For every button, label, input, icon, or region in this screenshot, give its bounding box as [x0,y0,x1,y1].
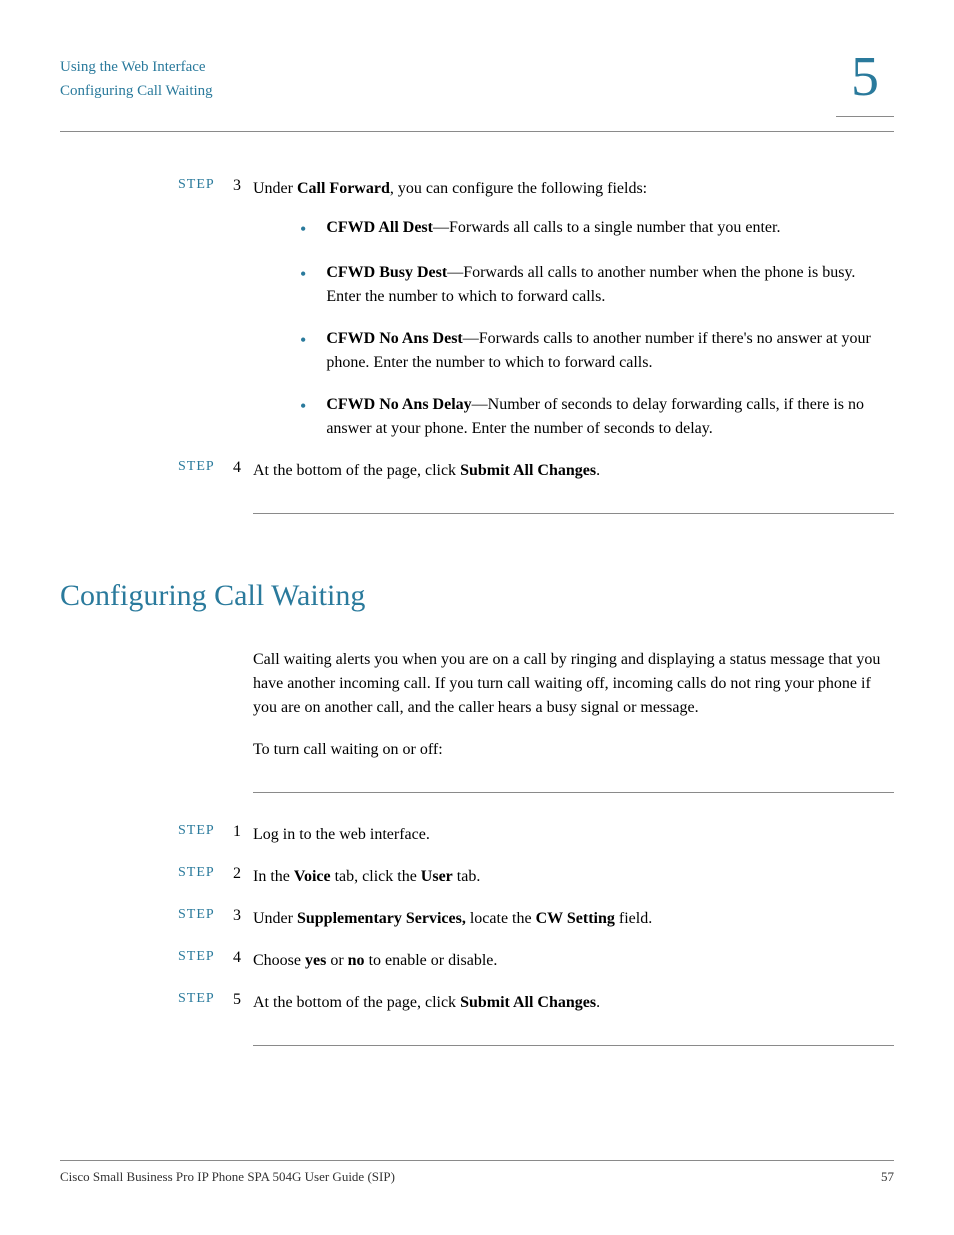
step-text: At the bottom of the page, click Submit … [253,991,894,1015]
step-number: 3 [233,177,253,201]
step-text: In the Voice tab, click the User tab. [253,865,894,889]
bullet-item: • CFWD No Ans Delay—Number of seconds to … [300,393,894,441]
step-label: STEP [178,459,233,483]
section-divider [253,513,894,514]
chapter-number: 5 [836,45,894,109]
step-text: Log in to the web interface. [253,823,894,847]
bullet-text: CFWD No Ans Dest—Forwards calls to anoth… [326,327,894,375]
bullet-icon: • [300,216,306,243]
step-label: STEP [178,991,233,1015]
page-footer: Cisco Small Business Pro IP Phone SPA 50… [60,1160,894,1185]
header-line-2: Configuring Call Waiting [60,79,894,103]
header-divider [60,131,894,132]
page-number: 57 [881,1169,894,1185]
bullet-text: CFWD Busy Dest—Forwards all calls to ano… [326,261,894,309]
step-number: 4 [233,949,253,973]
header-breadcrumb: Using the Web Interface Configuring Call… [60,55,894,103]
header-line-1: Using the Web Interface [60,55,894,79]
section-divider [253,1045,894,1046]
bullet-icon: • [300,393,306,441]
step-row: STEP5At the bottom of the page, click Su… [60,991,894,1015]
step-label: STEP [178,949,233,973]
bullet-list: • CFWD All Dest—Forwards all calls to a s… [300,216,894,441]
step-label: STEP [178,907,233,931]
step-number: 1 [233,823,253,847]
step-row: STEP4Choose yes or no to enable or disab… [60,949,894,973]
step-number: 3 [233,907,253,931]
body-paragraph: Call waiting alerts you when you are on … [253,648,894,720]
bullet-icon: • [300,327,306,375]
step-label: STEP [178,177,233,201]
bullet-text: CFWD All Dest—Forwards all calls to a si… [326,216,894,243]
page-content: STEP 3 Under Call Forward, you can confi… [60,177,894,1046]
footer-title: Cisco Small Business Pro IP Phone SPA 50… [60,1169,395,1185]
footer-divider [60,1160,894,1161]
step-text: Choose yes or no to enable or disable. [253,949,894,973]
steps-block: STEP1Log in to the web interface.STEP2In… [60,823,894,1015]
step-text: Under Supplementary Services, locate the… [253,907,894,931]
step-row: STEP1Log in to the web interface. [60,823,894,847]
step-label: STEP [178,823,233,847]
step-text: Under Call Forward, you can configure th… [253,177,894,201]
page-header: Using the Web Interface Configuring Call… [60,55,894,132]
step-number: 4 [233,459,253,483]
step-label: STEP [178,865,233,889]
footer-text: Cisco Small Business Pro IP Phone SPA 50… [60,1169,894,1185]
bullet-text: CFWD No Ans Delay—Number of seconds to d… [326,393,894,441]
step-number: 5 [233,991,253,1015]
body-paragraph: To turn call waiting on or off: [253,738,894,762]
bullet-item: • CFWD All Dest—Forwards all calls to a s… [300,216,894,243]
step-text: At the bottom of the page, click Submit … [253,459,894,483]
step-row: STEP3Under Supplementary Services, locat… [60,907,894,931]
bullet-item: • CFWD No Ans Dest—Forwards calls to anot… [300,327,894,375]
bullet-icon: • [300,261,306,309]
step-number: 2 [233,865,253,889]
step-row: STEP2In the Voice tab, click the User ta… [60,865,894,889]
bullet-item: • CFWD Busy Dest—Forwards all calls to an… [300,261,894,309]
section-divider [253,792,894,793]
section-heading: Configuring Call Waiting [60,579,894,613]
step-row: STEP 4 At the bottom of the page, click … [60,459,894,483]
step-row: STEP 3 Under Call Forward, you can confi… [60,177,894,201]
